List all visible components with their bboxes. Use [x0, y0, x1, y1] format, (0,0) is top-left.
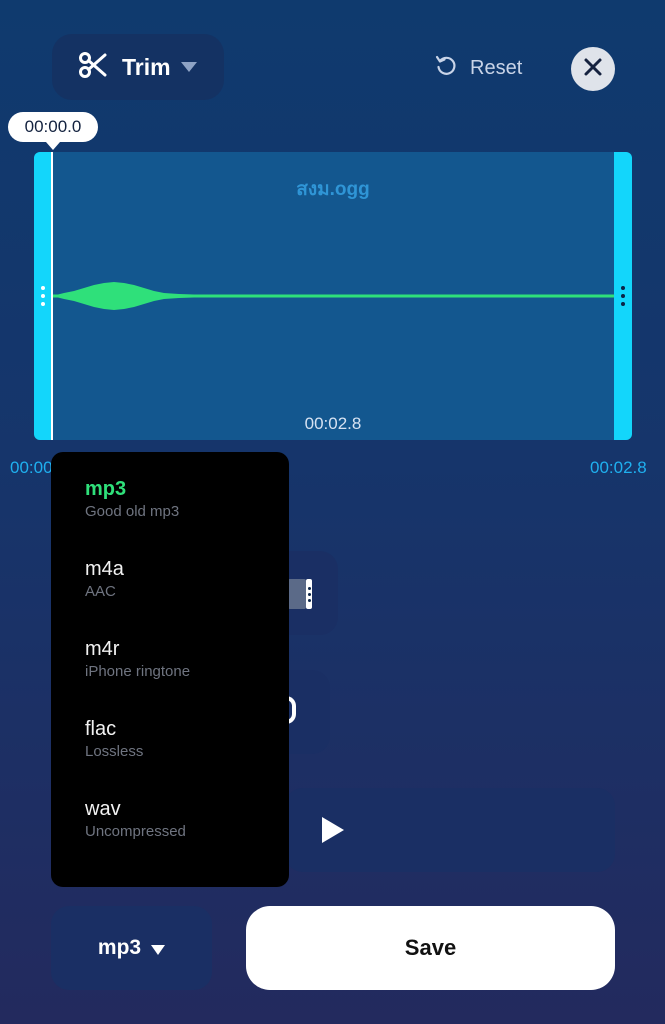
format-option-description: iPhone ringtone [85, 663, 191, 680]
format-option-name: m4r [85, 638, 120, 660]
format-option-m4a[interactable]: m4a AAC [51, 556, 289, 636]
format-option-wav[interactable]: wav Uncompressed [51, 796, 289, 876]
format-option-name: flac [85, 718, 117, 740]
start-time-label: 00:00 [10, 458, 53, 477]
format-option-description: Good old mp3 [85, 503, 180, 520]
format-option-name: mp3 [85, 478, 127, 500]
fade-slider-handle[interactable] [306, 579, 312, 609]
play-icon[interactable] [322, 817, 344, 843]
format-option-description: AAC [85, 583, 116, 600]
playhead-time-bubble: 00:00.0 [8, 112, 98, 150]
chevron-down-icon [180, 62, 197, 72]
format-select-label: mp3 [97, 936, 142, 959]
reset-label: Reset [470, 56, 523, 79]
format-option-mp3[interactable]: mp3 Good old mp3 [51, 476, 289, 556]
file-name: สงม.ogg [296, 179, 370, 200]
format-option-description: Uncompressed [85, 823, 186, 840]
format-option-name: m4a [85, 558, 124, 580]
format-option-flac[interactable]: flac Lossless [51, 716, 289, 796]
scissors-icon [78, 50, 108, 85]
save-button[interactable]: Save [246, 906, 615, 990]
format-dropdown-menu: mp3 Good old mp3 m4a AAC m4r iPhone ring… [51, 452, 289, 887]
trim-start-handle[interactable] [34, 152, 52, 440]
fade-slider-track [288, 579, 306, 609]
close-icon [583, 57, 603, 82]
trim-mode-button[interactable]: Trim [52, 34, 224, 100]
close-button[interactable] [571, 47, 615, 91]
selection-duration: 00:02.8 [304, 414, 362, 433]
playhead-line[interactable] [51, 152, 53, 440]
trim-mode-label: Trim [122, 53, 171, 80]
format-option-description: Lossless [85, 743, 144, 760]
waveform-editor[interactable]: สงม.ogg 00:02.8 [34, 152, 632, 440]
format-option-name: wav [85, 798, 121, 820]
format-option-m4r[interactable]: m4r iPhone ringtone [51, 636, 289, 716]
end-time-label: 00:02.8 [590, 458, 647, 477]
chevron-down-icon [151, 945, 166, 955]
format-select-button[interactable]: mp3 [51, 906, 212, 990]
reset-button[interactable]: Reset [434, 52, 522, 84]
undo-icon [434, 54, 458, 83]
trim-end-handle[interactable] [614, 152, 632, 440]
